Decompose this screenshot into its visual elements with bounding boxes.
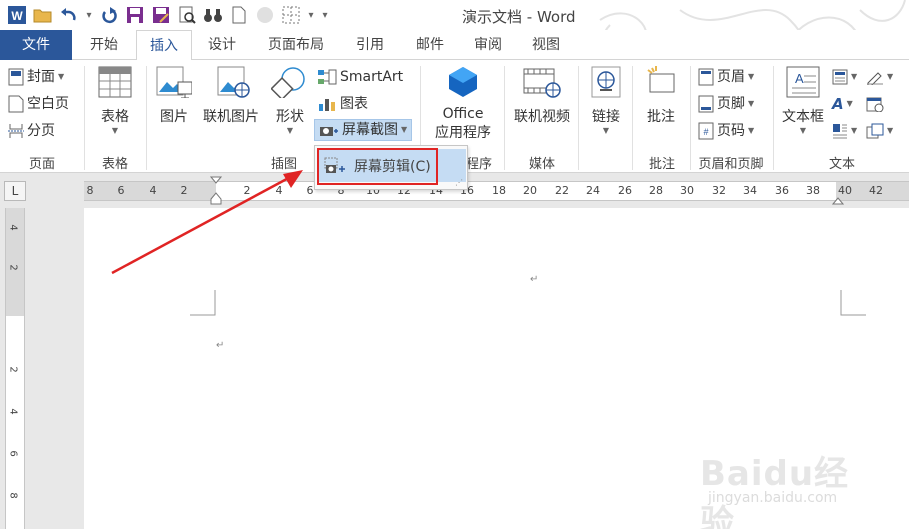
watermark-url: jingyan.baidu.com	[708, 490, 838, 506]
baidu-watermark: Baidu经验 jingyan.baidu.com	[700, 446, 880, 529]
watermark-main-text: Baidu经验	[700, 454, 850, 529]
